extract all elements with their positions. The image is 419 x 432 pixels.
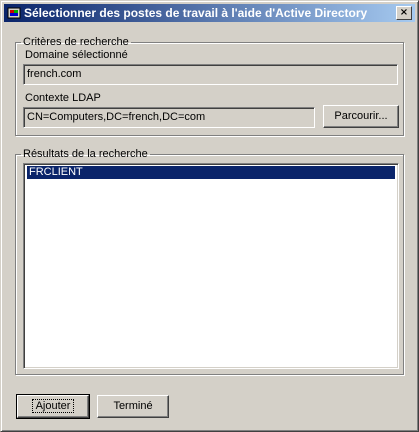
list-item[interactable]: FRCLIENT [27, 166, 395, 179]
window-title: Sélectionner des postes de travail à l'a… [24, 6, 368, 20]
search-criteria-legend: Critères de recherche [23, 36, 129, 48]
search-results-legend: Résultats de la recherche [23, 148, 148, 160]
browse-button[interactable]: Parcourir... [323, 105, 399, 128]
title-bar[interactable]: Sélectionner des postes de travail à l'a… [4, 4, 415, 22]
domain-field: french.com [23, 64, 398, 85]
domain-label: Domaine sélectionné [25, 49, 128, 61]
add-button[interactable]: Ajouter [16, 394, 90, 419]
done-button[interactable]: Terminé [97, 395, 169, 418]
app-icon [7, 7, 21, 19]
ldap-context-label: Contexte LDAP [25, 92, 101, 104]
ldap-context-field: CN=Computers,DC=french,DC=com [23, 107, 315, 128]
dialog-window: Sélectionner des postes de travail à l'a… [0, 0, 419, 432]
close-button[interactable]: × [396, 6, 412, 20]
results-list[interactable]: FRCLIENT [23, 163, 399, 369]
add-button-label: Ajouter [31, 399, 75, 413]
